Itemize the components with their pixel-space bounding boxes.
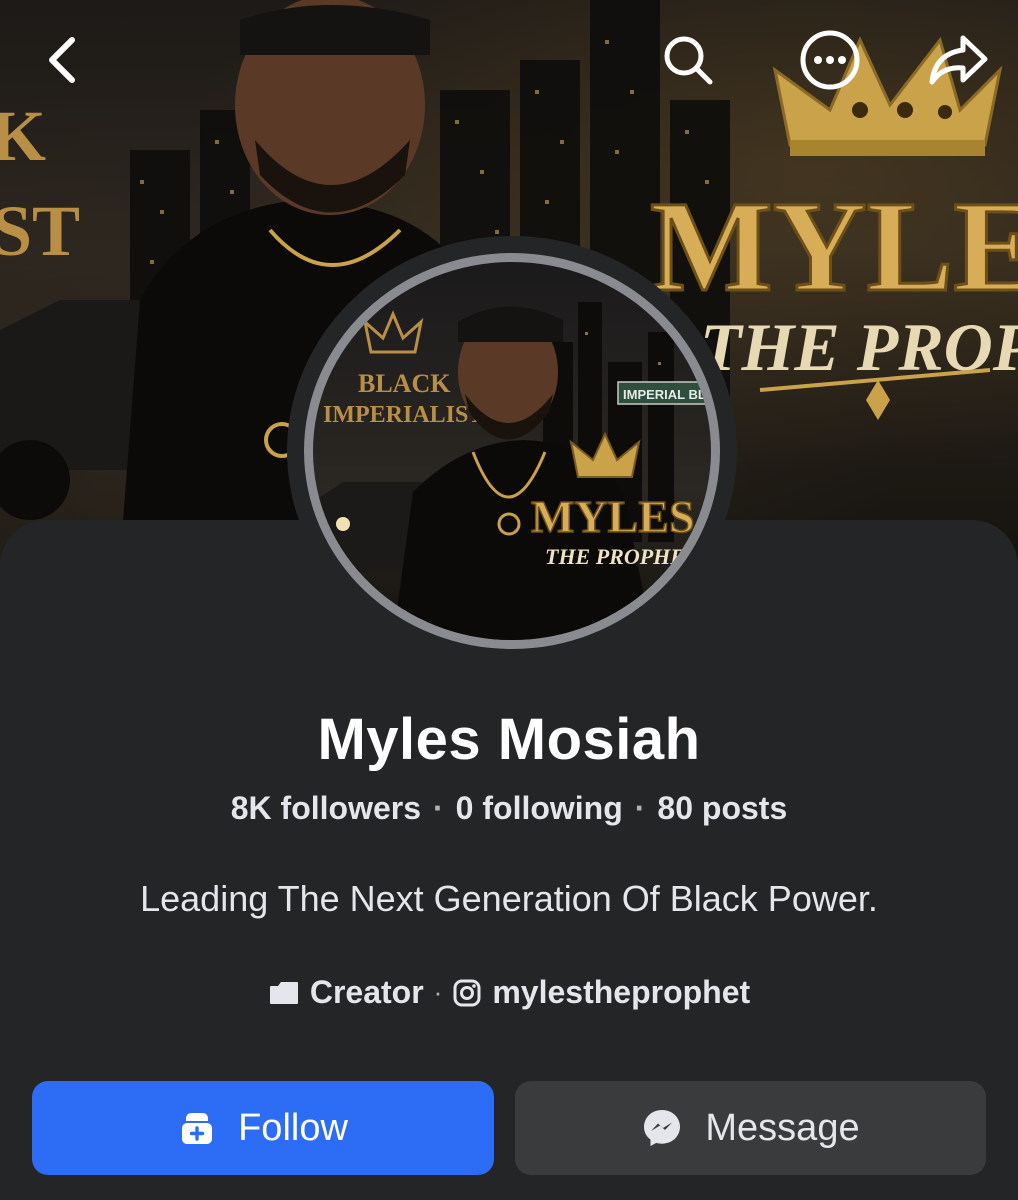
profile-stats: 8K followers · 0 following · 80 posts	[0, 790, 1018, 827]
instagram-icon	[452, 978, 482, 1008]
messenger-icon	[641, 1107, 683, 1149]
followers-count[interactable]: 8K followers	[231, 790, 421, 826]
posts-count[interactable]: 80 posts	[657, 790, 787, 826]
meta-separator: ·	[433, 977, 443, 1007]
follow-button[interactable]: Follow	[32, 1081, 494, 1175]
message-button-label: Message	[705, 1106, 860, 1149]
search-icon	[664, 36, 713, 85]
following-count[interactable]: 0 following	[456, 790, 623, 826]
avatar-logo-title: MYLES	[531, 491, 695, 542]
profile-avatar[interactable]: IMPERIAL BL BLACK IMPERIALIST MYLES THE …	[304, 253, 720, 649]
shirt-text-2: IMPERIALIST	[323, 402, 484, 428]
stats-separator: ·	[634, 790, 646, 826]
avatar-logo-subtitle: THE PROPHET	[545, 544, 700, 569]
follow-icon	[178, 1109, 216, 1147]
message-button[interactable]: Message	[515, 1081, 986, 1175]
street-sign-text: IMPERIAL BL	[623, 387, 706, 402]
cover-left-text-2: ST	[0, 191, 80, 271]
instagram-handle-link[interactable]: mylestheprophet	[492, 974, 750, 1011]
cover-left-text-1: K	[0, 96, 46, 176]
chevron-left-icon	[49, 37, 75, 83]
back-button[interactable]	[26, 24, 98, 96]
category-label: Creator	[309, 974, 424, 1010]
profile-meta: Creator · mylestheprophet	[0, 974, 1018, 1011]
shirt-text-1: BLACK	[358, 369, 451, 398]
share-button[interactable]	[922, 24, 994, 96]
profile-name: Myles Mosiah	[317, 707, 701, 772]
avatar-ring: IMPERIAL BL BLACK IMPERIALIST MYLES THE …	[287, 236, 737, 666]
follow-button-label: Follow	[238, 1106, 348, 1149]
more-icon	[800, 30, 860, 90]
avatar-illustration: IMPERIAL BL BLACK IMPERIALIST MYLES THE …	[313, 302, 709, 640]
share-icon	[929, 35, 988, 85]
category-icon	[268, 980, 300, 1006]
stats-separator: ·	[433, 790, 444, 826]
more-button[interactable]	[794, 24, 866, 96]
search-button[interactable]	[652, 24, 724, 96]
profile-bio: Leading The Next Generation Of Black Pow…	[140, 878, 878, 919]
